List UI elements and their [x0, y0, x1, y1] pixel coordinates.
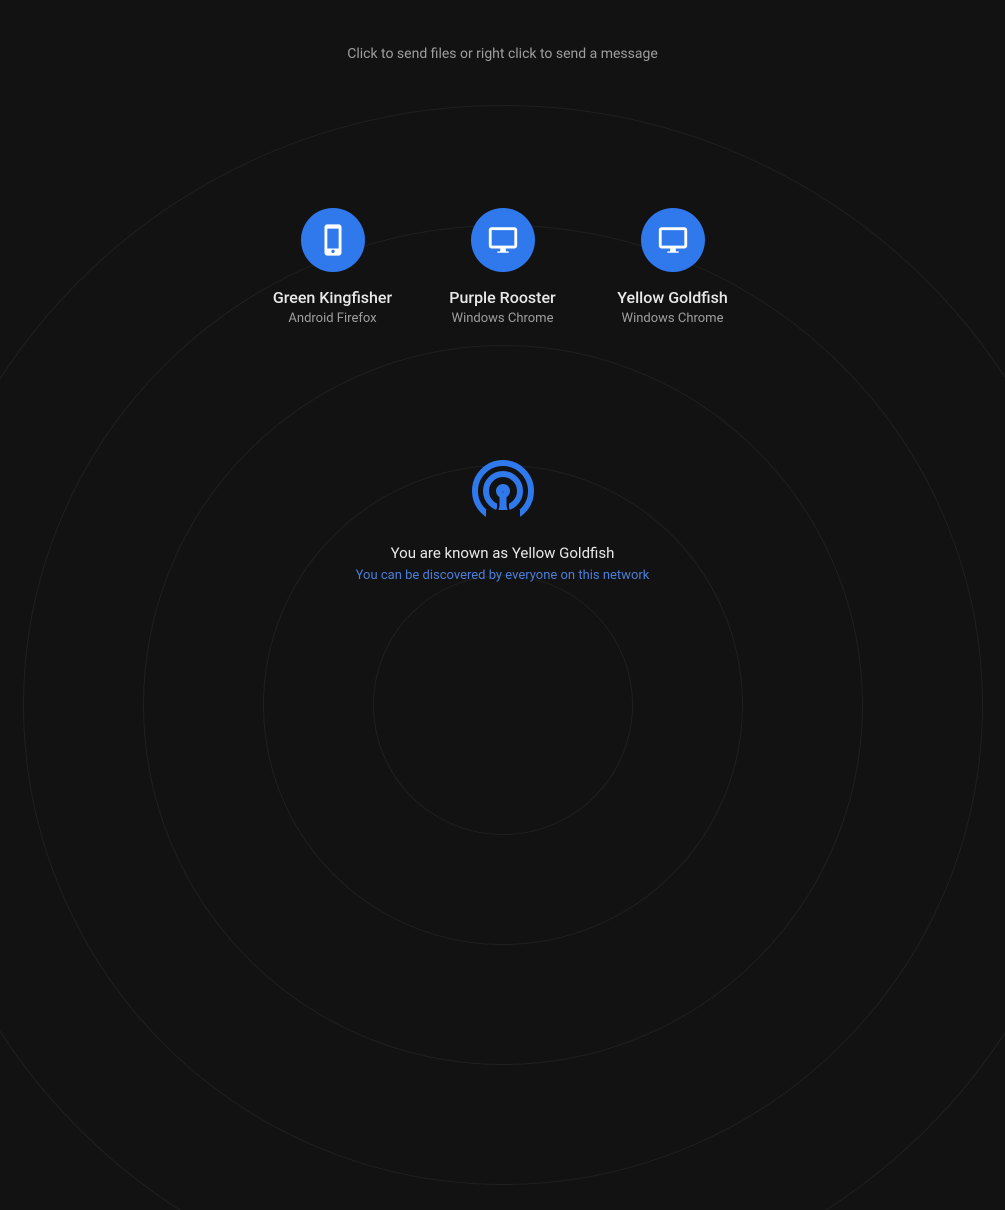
- peer-list: Green Kingfisher Android Firefox Purple …: [0, 208, 1005, 326]
- peer-name: Yellow Goldfish: [617, 288, 727, 307]
- desktop-icon: [471, 208, 535, 272]
- broadcast-icon: [472, 460, 534, 526]
- peer-name: Green Kingfisher: [273, 288, 392, 307]
- instruction-hint: Click to send files or right click to se…: [0, 46, 1005, 62]
- mobile-icon: [301, 208, 365, 272]
- peer-device-label: Android Firefox: [288, 311, 376, 326]
- peer-device-label: Windows Chrome: [452, 311, 554, 326]
- peer-item[interactable]: Green Kingfisher Android Firefox: [263, 208, 403, 326]
- peer-item[interactable]: Yellow Goldfish Windows Chrome: [603, 208, 743, 326]
- peer-device-label: Windows Chrome: [622, 311, 724, 326]
- discovery-link[interactable]: You can be discovered by everyone on thi…: [356, 568, 650, 583]
- footer: You are known as Yellow Goldfish You can…: [0, 460, 1005, 583]
- self-display-name: You are known as Yellow Goldfish: [391, 544, 615, 562]
- desktop-icon: [641, 208, 705, 272]
- peer-name: Purple Rooster: [449, 288, 555, 307]
- peer-item[interactable]: Purple Rooster Windows Chrome: [433, 208, 573, 326]
